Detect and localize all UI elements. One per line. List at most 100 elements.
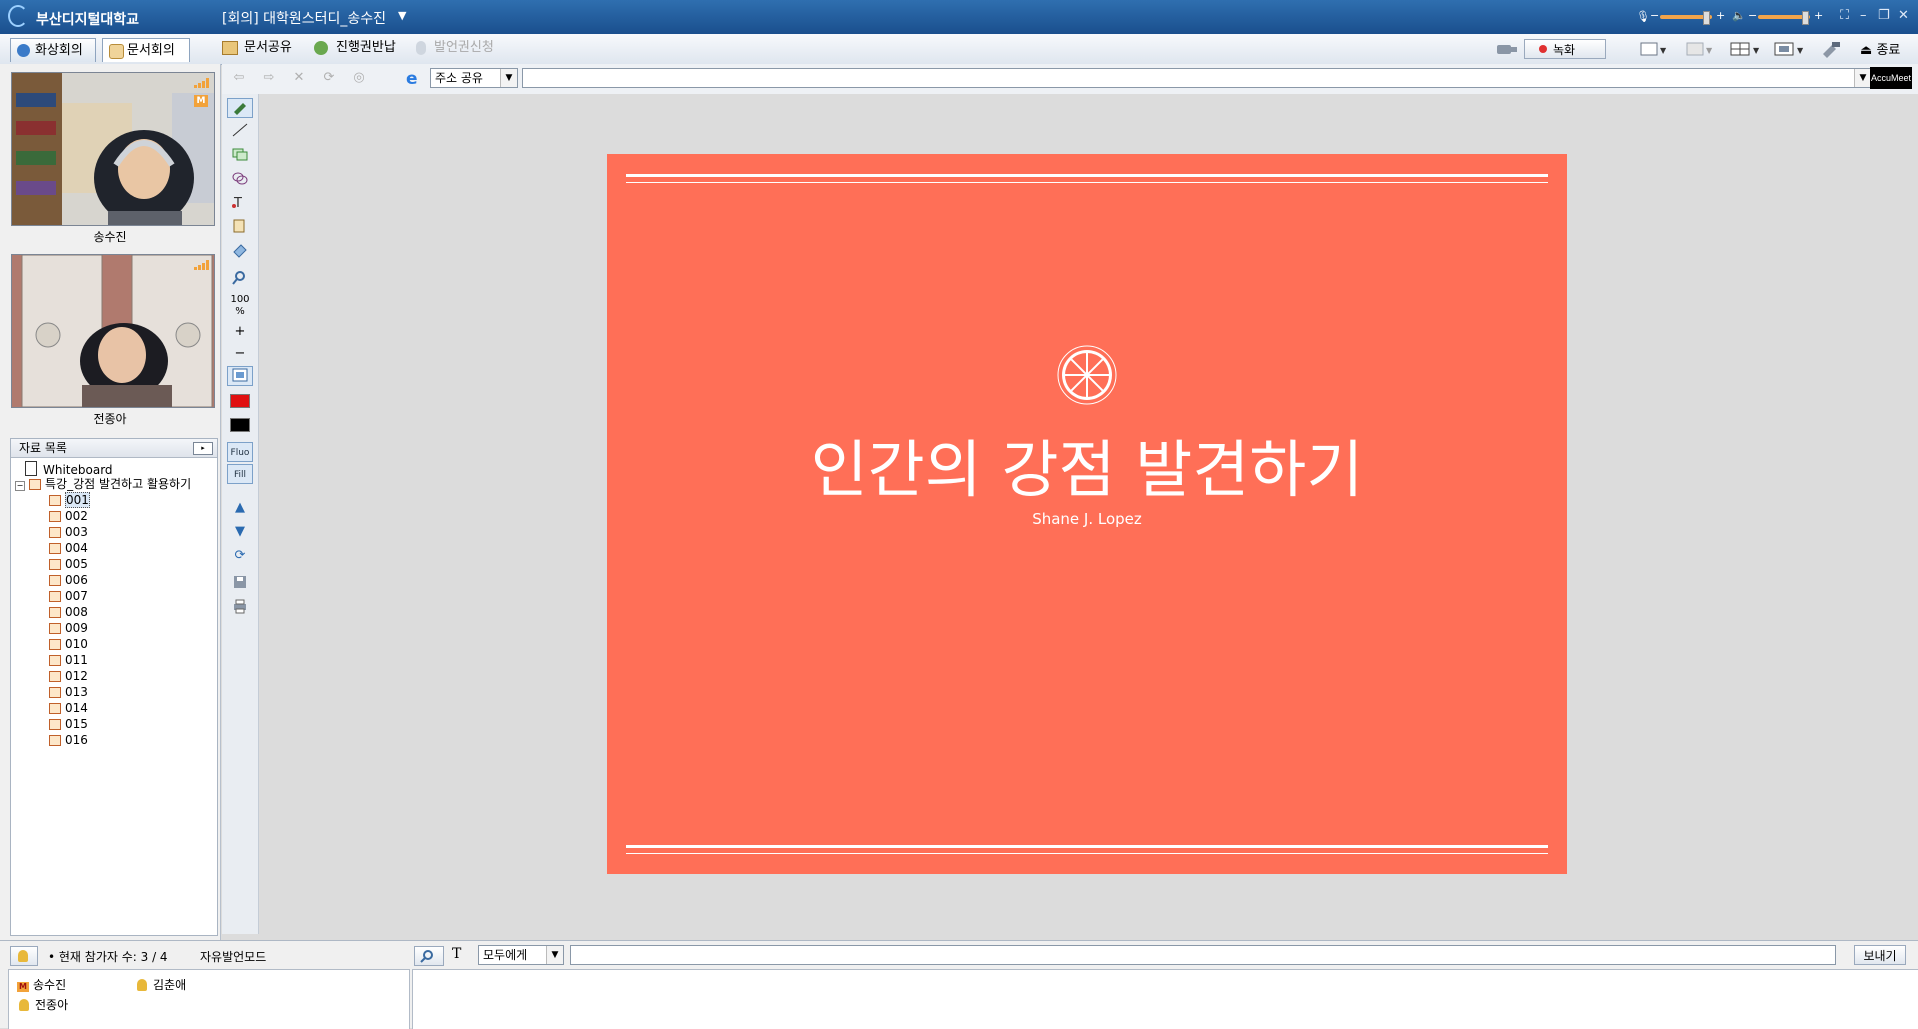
line-tool-icon[interactable] xyxy=(227,122,253,142)
tree-item-page[interactable]: 005 xyxy=(49,557,88,572)
stop-icon[interactable]: ✕ xyxy=(286,68,312,88)
tree-item-page[interactable]: 007 xyxy=(49,589,88,604)
page-icon xyxy=(49,687,61,698)
camera-toggle-icon[interactable] xyxy=(1496,41,1518,57)
minimize-icon[interactable]: – xyxy=(1860,8,1867,23)
doc-share-button[interactable]: 문서공유 xyxy=(222,39,292,57)
tree-item-page[interactable]: 008 xyxy=(49,605,88,620)
participant-menu-icon[interactable] xyxy=(10,946,38,966)
send-button[interactable]: 보내기 xyxy=(1854,945,1906,965)
tree-item-page[interactable]: 011 xyxy=(49,653,88,668)
signal-strength-icon xyxy=(194,259,210,270)
browser-e-icon: e xyxy=(406,69,418,89)
chat-target-select[interactable]: 모두에게 ▼ xyxy=(478,945,564,965)
pen-tool-icon[interactable] xyxy=(227,98,253,118)
page-down-icon[interactable]: ▼ xyxy=(227,522,253,542)
video-tile-1[interactable]: M xyxy=(11,72,215,226)
page-icon xyxy=(49,607,61,618)
forward-icon[interactable]: ⇨ xyxy=(256,68,282,88)
ellipse-tool-icon[interactable] xyxy=(227,170,253,190)
speaker-volume-plus[interactable]: + xyxy=(1814,9,1823,22)
video-name-1: 송수진 xyxy=(93,230,127,244)
tree-item-page[interactable]: 001 xyxy=(49,492,90,508)
capture-icon[interactable]: ◎ xyxy=(346,68,372,88)
drawing-toolbar: T 100 % + − Fluo Fill ▲ ▼ ⟳ xyxy=(222,94,259,934)
slide-author: Shane J. Lopez xyxy=(1032,510,1142,528)
layout-grid-icon[interactable]: ▼ xyxy=(1730,41,1764,57)
tree-item-page[interactable]: 013 xyxy=(49,685,88,700)
speaker-volume-minus[interactable]: − xyxy=(1748,9,1757,22)
moderator-badge: M xyxy=(17,982,29,992)
url-input[interactable]: ▼ xyxy=(522,68,1872,88)
tree-item-page[interactable]: 003 xyxy=(49,525,88,540)
chevron-down-icon: ▼ xyxy=(500,69,517,87)
chat-input[interactable] xyxy=(570,945,1836,965)
mic-volume-minus[interactable]: − xyxy=(1650,9,1659,22)
zoom-tool-icon[interactable] xyxy=(227,270,253,290)
participant-item[interactable]: 전종아 xyxy=(19,996,68,1013)
bottom-panel: • 현재 참가자 수: 3 / 4 자유발언모드 M 송수진 김춘애 전종아 T … xyxy=(0,940,1918,1029)
fill-color-swatch[interactable] xyxy=(230,418,250,432)
view-size-icon[interactable]: ▼ xyxy=(1774,41,1808,57)
font-icon[interactable]: T xyxy=(452,946,461,962)
tools-icon[interactable] xyxy=(1820,40,1842,58)
presentation-slide[interactable]: 인간의 강점 발견하기 Shane J. Lopez xyxy=(607,154,1567,874)
tree-item-page[interactable]: 010 xyxy=(49,637,88,652)
stamp-tool-icon[interactable] xyxy=(227,218,253,238)
page-icon xyxy=(49,735,61,746)
tree-item-page[interactable]: 006 xyxy=(49,573,88,588)
rectangle-tool-icon[interactable] xyxy=(227,146,253,166)
video-tile-2[interactable] xyxy=(11,254,215,408)
refresh-icon[interactable]: ⟳ xyxy=(316,68,342,88)
speaker-volume-knob[interactable] xyxy=(1802,11,1809,25)
tree-item-whiteboard[interactable]: Whiteboard xyxy=(25,461,113,478)
participant-item[interactable]: M 송수진 xyxy=(17,976,66,993)
address-mode-select[interactable]: 주소 공유 ▼ xyxy=(430,68,518,88)
tree-item-page[interactable]: 014 xyxy=(49,701,88,716)
close-icon[interactable]: ✕ xyxy=(1898,8,1909,23)
return-control-button[interactable]: 진행권반납 xyxy=(314,39,396,57)
save-icon[interactable] xyxy=(227,574,253,594)
tree-item-page[interactable]: 004 xyxy=(49,541,88,556)
tree-item-page[interactable]: 016 xyxy=(49,733,88,748)
tree-item-page[interactable]: 015 xyxy=(49,717,88,732)
audio-settings-icon[interactable]: ▼ xyxy=(1640,41,1670,57)
tree-item-page[interactable]: 002 xyxy=(49,509,88,524)
request-speak-button[interactable]: 발언권신청 xyxy=(412,39,494,57)
zoom-in-button[interactable]: + xyxy=(227,322,253,342)
sync-icon[interactable]: ⟳ xyxy=(227,546,253,566)
record-button[interactable]: 녹화 xyxy=(1524,39,1606,59)
fullscreen-icon[interactable]: ⛶ xyxy=(1840,8,1849,23)
svg-text:▼: ▼ xyxy=(1660,46,1667,55)
fit-page-icon[interactable] xyxy=(227,366,253,386)
screen-capture-icon[interactable]: ▼ xyxy=(1686,41,1716,57)
page-label: 006 xyxy=(65,573,88,587)
eraser-tool-icon[interactable] xyxy=(227,242,253,262)
page-up-icon[interactable]: ▲ xyxy=(227,498,253,518)
tab-video-meeting[interactable]: 화상회의 xyxy=(10,38,96,62)
zoom-out-button[interactable]: − xyxy=(227,344,253,364)
accumeet-logo: AccuMeet xyxy=(1870,67,1912,89)
back-icon[interactable]: ⇦ xyxy=(226,68,252,88)
fill-toggle[interactable]: Fill xyxy=(227,464,253,484)
restore-icon[interactable]: ❐ xyxy=(1878,8,1890,23)
text-tool-icon[interactable]: T xyxy=(227,194,253,214)
print-icon[interactable] xyxy=(227,598,253,618)
page-icon xyxy=(49,671,61,682)
collapse-icon[interactable]: − xyxy=(15,481,25,491)
participant-item[interactable]: 김춘애 xyxy=(137,976,186,993)
panel-menu-icon[interactable]: ▸ xyxy=(193,442,213,455)
pen-color-swatch[interactable] xyxy=(230,394,250,408)
tree-item-document[interactable]: − 특강_강점 발견하고 활용하기 xyxy=(15,477,191,492)
page-icon xyxy=(49,543,61,554)
fluo-toggle[interactable]: Fluo xyxy=(227,442,253,462)
mic-volume-knob[interactable] xyxy=(1703,11,1710,25)
tab-document-meeting[interactable]: 문서회의 xyxy=(102,38,190,62)
tree-item-page[interactable]: 012 xyxy=(49,669,88,684)
mic-volume-plus[interactable]: + xyxy=(1716,9,1725,22)
tree-item-page[interactable]: 009 xyxy=(49,621,88,636)
exit-button[interactable]: ⏏ 종료 xyxy=(1860,39,1900,58)
meeting-dropdown-icon[interactable]: ▼ xyxy=(398,9,406,22)
page-label: 004 xyxy=(65,541,88,555)
chat-search-icon[interactable] xyxy=(414,946,444,966)
